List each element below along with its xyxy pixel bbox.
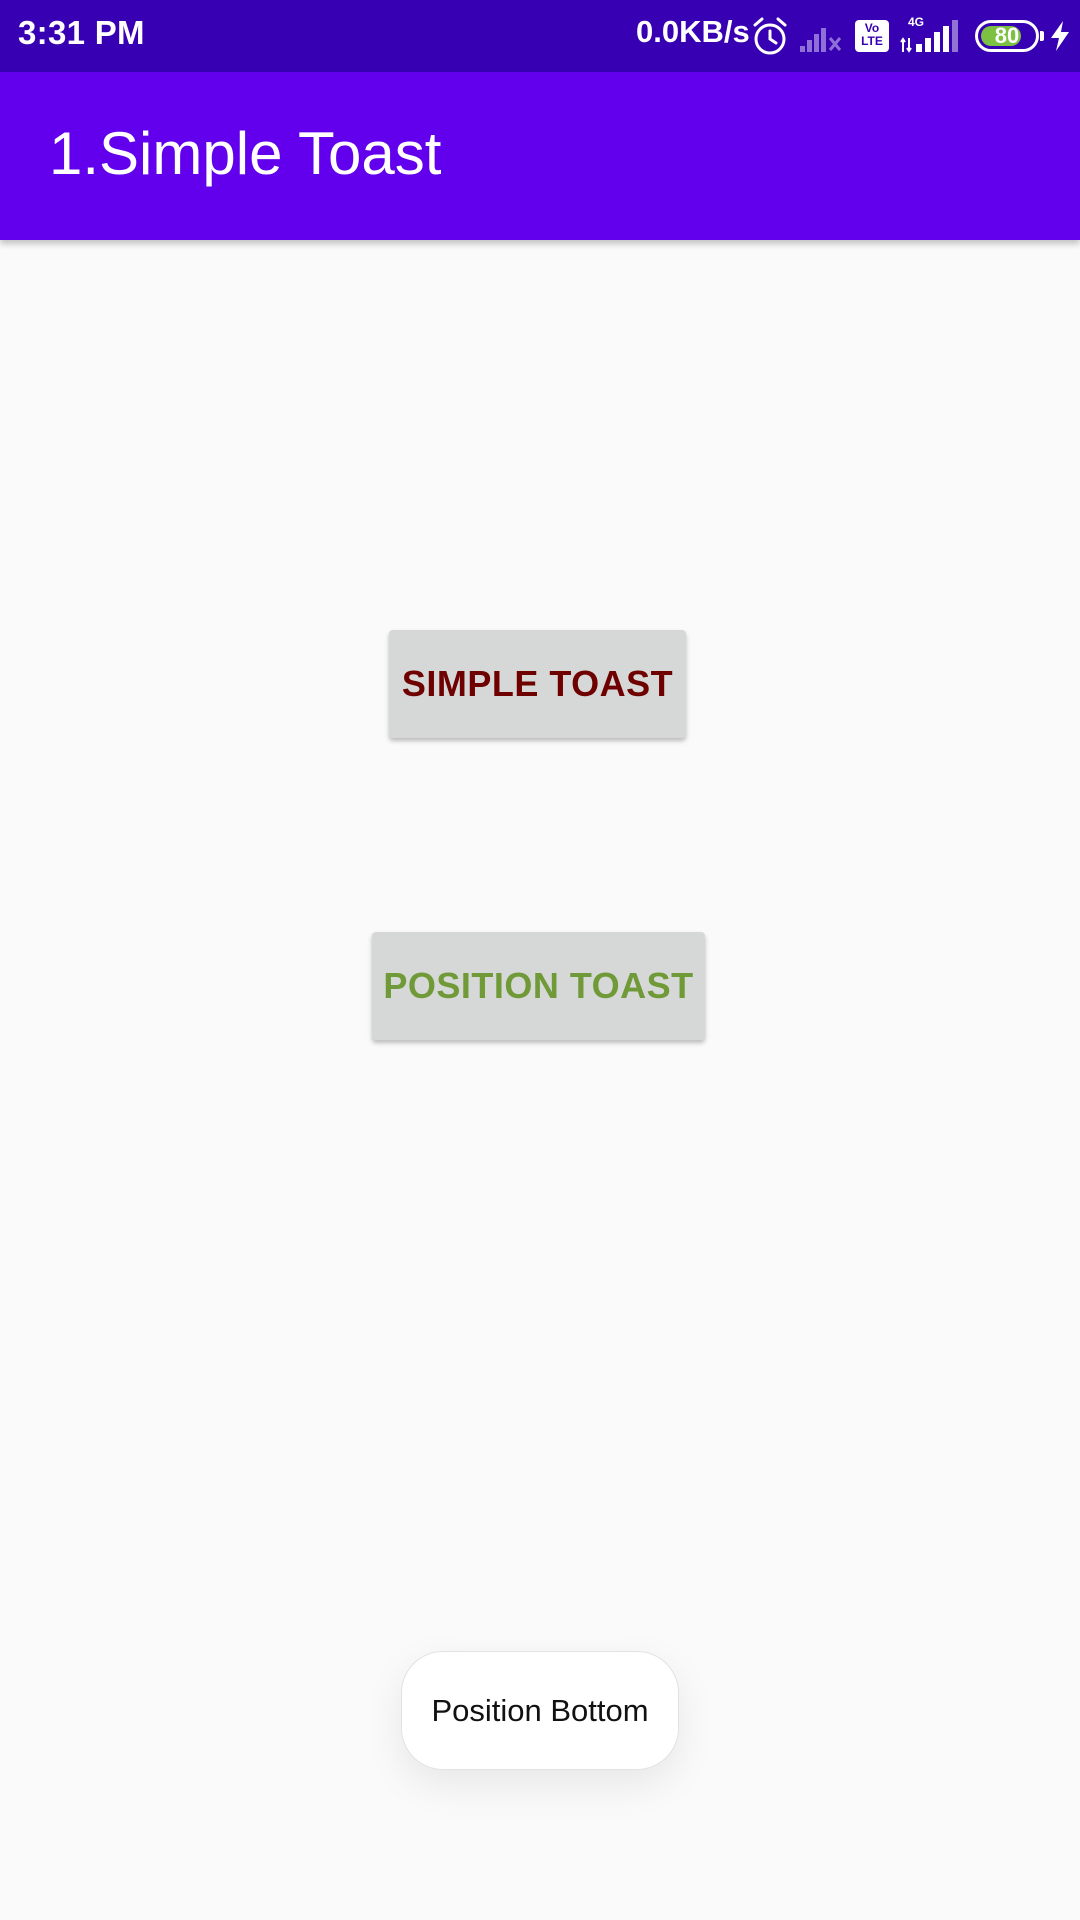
charging-bolt-icon <box>1051 21 1069 51</box>
volte-label-bottom: LTE <box>861 34 883 48</box>
battery-tip <box>1040 31 1044 41</box>
volte-icon: Vo LTE <box>855 20 889 52</box>
status-bar: 3:31 PM 0.0KB/s Vo LTE 4G 80 <box>0 0 1080 72</box>
toast-message: Position Bottom <box>401 1651 679 1770</box>
no-sim-signal-icon <box>800 28 842 52</box>
simple-toast-button[interactable]: SIMPLE TOAST <box>389 630 686 738</box>
status-time: 3:31 PM <box>18 14 145 51</box>
page-title: 1.Simple Toast <box>49 120 442 187</box>
position-toast-button[interactable]: POSITION TOAST <box>372 932 705 1040</box>
battery-icon: 80 <box>975 20 1044 52</box>
network-speed: 0.0KB/s <box>636 14 750 49</box>
battery-level: 80 <box>994 23 1020 48</box>
network-type-label: 4G <box>908 15 924 29</box>
4g-signal-icon: 4G <box>900 15 958 53</box>
alarm-icon <box>753 17 787 55</box>
app-bar: 1.Simple Toast <box>0 72 1080 240</box>
